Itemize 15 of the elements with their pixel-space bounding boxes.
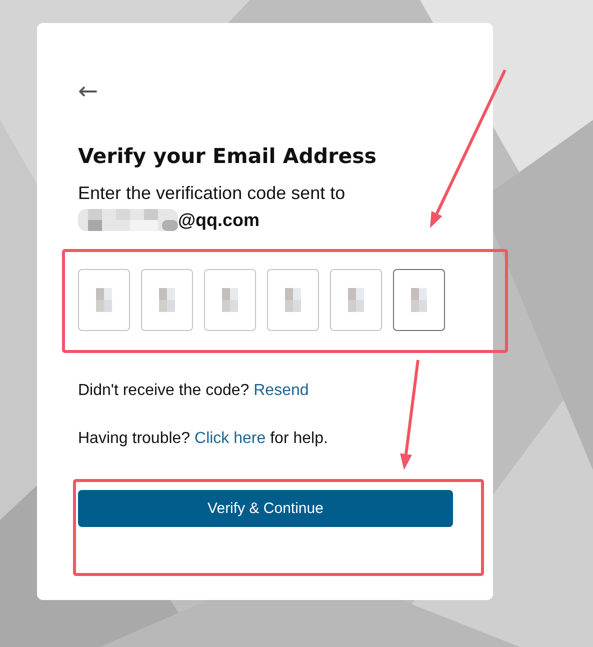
resend-prompt: Didn't receive the code? Resend (78, 381, 310, 401)
email-address: @qq.com (178, 210, 260, 230)
instruction-text: Enter the verification code sent to (78, 182, 346, 205)
help-link[interactable]: Click here (194, 430, 266, 447)
code-digit-field[interactable] (267, 269, 319, 331)
code-digit-field[interactable] (330, 269, 382, 331)
code-digit-field[interactable] (204, 269, 256, 331)
code-digit-field[interactable] (393, 269, 445, 331)
verify-continue-button[interactable]: Verify & Continue (78, 490, 453, 527)
page-title: Verify your Email Address (78, 143, 378, 169)
code-digit-field[interactable] (78, 269, 130, 331)
help-prompt: Having trouble? Click here for help. (78, 429, 329, 449)
code-digit-field[interactable] (141, 269, 193, 331)
back-button[interactable]: ← (78, 79, 98, 103)
resend-link[interactable]: Resend (254, 382, 309, 399)
